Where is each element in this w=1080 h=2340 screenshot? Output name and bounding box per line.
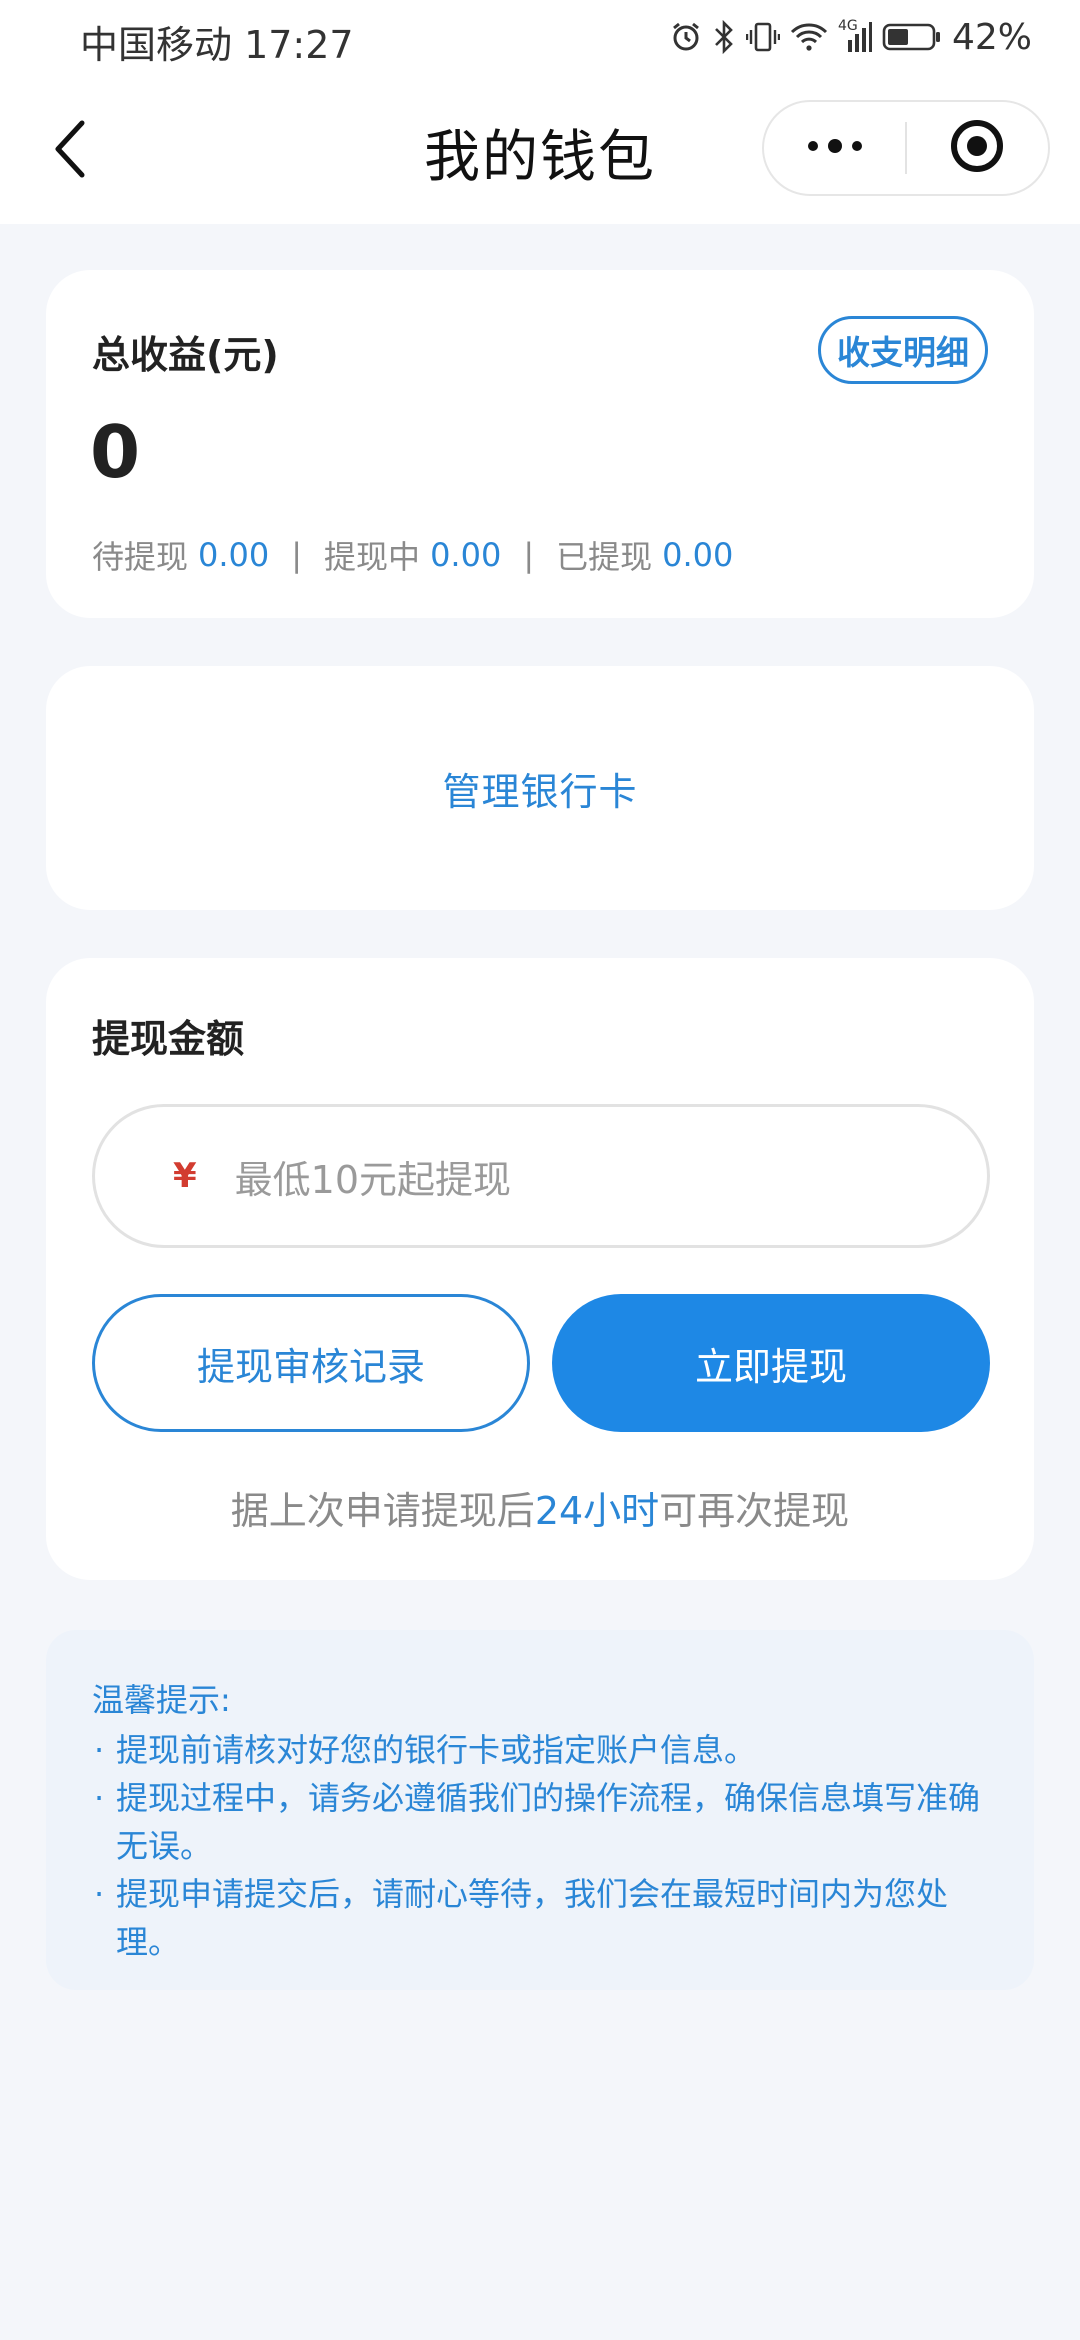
withdraw-card: 提现金额 ¥ 最低10元起提现 提现审核记录 立即提现 据上次申请提现后24小时… — [46, 958, 1034, 1580]
separator: | — [523, 536, 535, 574]
tips-box: 温馨提示: 提现前请核对好您的银行卡或指定账户信息。 提现过程中，请务必遵循我们… — [46, 1630, 1034, 1990]
note-suffix: 可再次提现 — [659, 1489, 850, 1533]
withdrawn-value: 0.00 — [662, 536, 734, 574]
navigation-bar: 我的钱包 — [0, 76, 1080, 224]
total-earnings-value: 0 — [90, 410, 141, 494]
network-type: 4G — [837, 18, 858, 34]
tips-title: 温馨提示: — [92, 1681, 231, 1719]
earnings-breakdown: 待提现 0.00 | 提现中 0.00 | 已提现 0.00 — [92, 532, 733, 578]
withdraw-amount-label: 提现金额 — [92, 1017, 245, 1061]
yen-symbol: ¥ — [173, 1156, 197, 1196]
alarm-icon — [670, 21, 702, 53]
note-prefix: 据上次申请提现后 — [230, 1489, 535, 1533]
withdraw-interval-note: 据上次申请提现后24小时可再次提现 — [46, 1480, 1034, 1535]
close-mini-program-button[interactable] — [907, 102, 1048, 194]
tip-item: 提现前请核对好您的银行卡或指定账户信息。 — [92, 1726, 994, 1774]
more-dots-icon — [803, 136, 867, 160]
withdraw-now-button[interactable]: 立即提现 — [552, 1294, 990, 1432]
earnings-card: 总收益(元) 收支明细 0 待提现 0.00 | 提现中 0.00 | 已提现 … — [46, 270, 1034, 618]
separator: | — [291, 536, 303, 574]
withdraw-amount-input[interactable]: ¥ 最低10元起提现 — [92, 1104, 990, 1248]
status-icons: 4G 42% — [670, 12, 1032, 62]
carrier-time: 中国移动 17:27 — [80, 23, 354, 67]
manage-bank-card-link[interactable]: 管理银行卡 — [442, 761, 637, 816]
processing-label: 提现中 — [324, 538, 421, 576]
target-circle-icon — [949, 118, 1005, 178]
status-bar: 中国移动 17:27 4G 42% — [0, 0, 1080, 76]
total-earnings-label: 总收益(元) — [92, 333, 279, 377]
battery-level: 42% — [951, 16, 1032, 58]
pending-value: 0.00 — [198, 536, 270, 574]
signal-icon: 4G — [837, 18, 872, 54]
wifi-icon — [790, 22, 828, 52]
pending-label: 待提现 — [92, 538, 189, 576]
note-highlight: 24小时 — [534, 1489, 660, 1533]
battery-icon — [882, 22, 942, 52]
tip-item: 提现申请提交后，请耐心等待，我们会在最短时间内为您处理。 — [92, 1870, 994, 1966]
withdraw-records-button[interactable]: 提现审核记录 — [92, 1294, 530, 1432]
amount-placeholder: 最低10元起提现 — [234, 1157, 512, 1202]
mini-program-capsule — [762, 100, 1050, 196]
more-button[interactable] — [764, 102, 905, 194]
income-detail-button[interactable]: 收支明细 — [818, 316, 988, 384]
vibrate-icon — [745, 20, 780, 54]
processing-value: 0.00 — [430, 536, 502, 574]
bluetooth-icon — [712, 20, 736, 54]
withdrawn-label: 已提现 — [556, 538, 653, 576]
tip-item: 提现过程中，请务必遵循我们的操作流程，确保信息填写准确无误。 — [92, 1774, 994, 1870]
bank-card-section: 管理银行卡 — [46, 666, 1034, 910]
